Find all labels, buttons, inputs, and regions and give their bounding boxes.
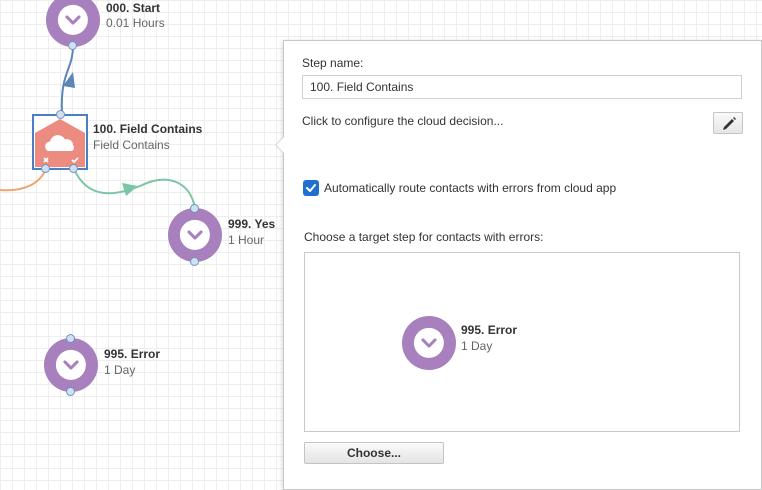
step-name-input[interactable] bbox=[302, 75, 742, 99]
checkmark-icon bbox=[306, 184, 316, 192]
wait-step-icon bbox=[402, 316, 456, 370]
step-subtitle: Field Contains bbox=[93, 138, 170, 152]
step-properties-panel: Step name: Click to configure the cloud … bbox=[275, 40, 762, 490]
configure-cloud-decision-text[interactable]: Click to configure the cloud decision... bbox=[302, 114, 503, 128]
wait-step-icon[interactable] bbox=[168, 208, 222, 262]
clock-icon bbox=[57, 4, 89, 36]
target-step-preview: 995. Error 1 Day bbox=[304, 252, 740, 432]
target-step-subtitle: 1 Day bbox=[461, 339, 493, 353]
output-port[interactable] bbox=[68, 41, 77, 50]
input-port[interactable] bbox=[56, 110, 65, 119]
decision-step-icon[interactable] bbox=[32, 114, 88, 170]
panel-pointer bbox=[275, 136, 284, 154]
workflow-canvas[interactable]: 000. Start 0.01 Hours 100. Field Contain… bbox=[0, 0, 762, 490]
output-port[interactable] bbox=[190, 257, 199, 266]
choose-button[interactable]: Choose... bbox=[304, 442, 444, 464]
clock-icon bbox=[179, 219, 211, 251]
error-output-port[interactable] bbox=[41, 164, 50, 173]
target-step-label: Choose a target step for contacts with e… bbox=[304, 230, 544, 244]
auto-route-label[interactable]: Automatically route contacts with errors… bbox=[324, 181, 616, 195]
cloud-icon bbox=[35, 119, 85, 167]
step-title: 000. Start bbox=[106, 1, 161, 15]
connector-arrow-right bbox=[122, 183, 138, 196]
connector-incoming-orange bbox=[0, 168, 47, 192]
step-title: 100. Field Contains bbox=[93, 122, 203, 136]
step-subtitle: 1 Hour bbox=[228, 233, 265, 247]
edit-button[interactable] bbox=[713, 112, 743, 134]
step-name-label: Step name: bbox=[302, 56, 364, 70]
clock-icon bbox=[413, 327, 445, 359]
output-port[interactable] bbox=[66, 387, 75, 396]
step-subtitle: 1 Day bbox=[104, 363, 136, 377]
input-port[interactable] bbox=[66, 334, 75, 343]
auto-route-checkbox[interactable] bbox=[303, 180, 319, 196]
input-port[interactable] bbox=[190, 204, 199, 213]
target-step-title: 995. Error bbox=[461, 323, 518, 337]
step-title: 999. Yes bbox=[228, 217, 276, 231]
wait-step-icon[interactable] bbox=[44, 338, 98, 392]
pencil-icon bbox=[723, 117, 736, 130]
step-subtitle: 0.01 Hours bbox=[106, 16, 165, 30]
success-output-port[interactable] bbox=[69, 164, 78, 173]
step-title: 995. Error bbox=[104, 347, 161, 361]
clock-icon bbox=[55, 349, 87, 381]
